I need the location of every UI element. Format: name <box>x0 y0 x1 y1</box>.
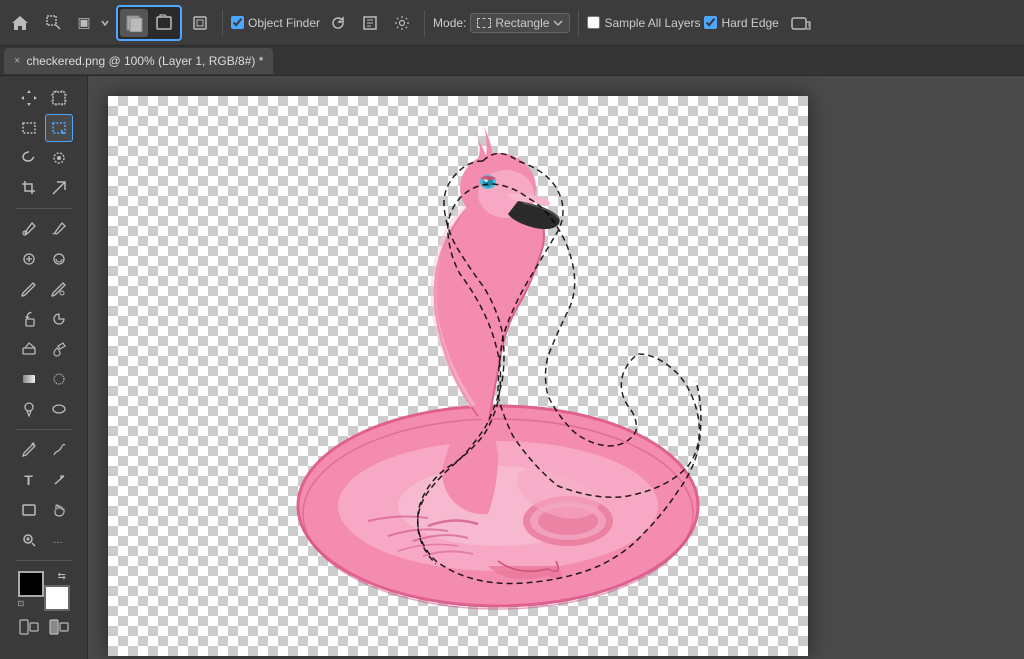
foreground-color-swatch[interactable] <box>18 571 44 597</box>
tab-close-button[interactable]: × <box>14 55 20 67</box>
transform-button[interactable]: ▣ <box>70 9 98 37</box>
mode-value: Rectangle <box>495 16 549 30</box>
quick-mask-mode-button[interactable] <box>46 617 72 637</box>
tab-title: checkered.png @ 100% (Layer 1, RGB/8#) * <box>26 54 263 68</box>
background-color-swatch[interactable] <box>44 585 70 611</box>
sample-all-layers-label[interactable]: Sample All Layers <box>604 16 700 30</box>
canvas-area[interactable] <box>88 76 1024 659</box>
spot-healing-tool[interactable] <box>15 245 43 273</box>
clone-tool-row <box>15 305 73 333</box>
frame-button[interactable] <box>186 9 214 37</box>
text-tool[interactable]: T <box>15 466 43 494</box>
canvas-size-button[interactable] <box>356 9 384 37</box>
tool-sep-1 <box>16 208 72 209</box>
mode-rect-icon <box>477 18 491 28</box>
top-toolbar: ▣ Object Finder <box>0 0 1024 46</box>
svg-text:+: + <box>52 232 56 237</box>
object-finder-group: Object Finder <box>231 16 320 30</box>
extra-tools-button[interactable]: … <box>45 526 73 554</box>
hard-edge-checkbox[interactable] <box>704 16 717 29</box>
share-button[interactable] <box>787 9 815 37</box>
home-button[interactable] <box>6 9 34 37</box>
quick-mask-buttons <box>16 617 72 637</box>
refresh-button[interactable] <box>324 9 352 37</box>
color-sampler-tool[interactable]: + <box>45 215 73 243</box>
crop-tool[interactable] <box>15 174 43 202</box>
document-tab[interactable]: × checkered.png @ 100% (Layer 1, RGB/8#)… <box>4 48 273 74</box>
text-tool-row: T <box>15 466 73 494</box>
move-tool-row <box>15 84 73 112</box>
open-document-button[interactable] <box>150 9 178 37</box>
zoom-tool-row: … <box>15 526 73 554</box>
settings-button[interactable] <box>388 9 416 37</box>
zoom-tool[interactable] <box>15 526 43 554</box>
select-move-button[interactable] <box>40 9 68 37</box>
sample-all-layers-checkbox[interactable] <box>587 16 600 29</box>
gradient-tool[interactable] <box>15 365 43 393</box>
clone-stamp-tool[interactable] <box>15 305 43 333</box>
rectangle-shape-tool[interactable] <box>15 496 43 524</box>
rect-marquee-tool[interactable] <box>15 114 43 142</box>
mode-chevron-icon <box>553 19 563 27</box>
dodge-tool-row <box>15 395 73 423</box>
tool-sep-3 <box>16 560 72 561</box>
separator-2 <box>424 10 425 36</box>
main-area: + <box>0 76 1024 659</box>
eyedropper-tool[interactable] <box>15 215 43 243</box>
patch-tool[interactable] <box>45 245 73 273</box>
pen-tool[interactable] <box>15 436 43 464</box>
left-toolbar: + <box>0 76 88 659</box>
dropdown-chevron-icon <box>100 18 110 28</box>
ellipse-tool[interactable] <box>45 395 73 423</box>
mode-dropdown[interactable]: Rectangle <box>470 13 570 33</box>
pen-tool-row <box>15 436 73 464</box>
mixer-brush-tool[interactable] <box>45 275 73 303</box>
mode-label: Mode: <box>433 16 466 30</box>
artboard-tool[interactable] <box>45 84 73 112</box>
marquee-tool-row <box>15 114 73 142</box>
object-finder-checkbox[interactable] <box>231 16 244 29</box>
object-finder-label[interactable]: Object Finder <box>248 16 320 30</box>
active-tool-group <box>116 5 182 41</box>
move-tools-group: ▣ <box>38 7 112 39</box>
blur-tool[interactable] <box>45 365 73 393</box>
color-swatches: ⇆ ⊡ <box>18 571 70 611</box>
reset-colors-button[interactable]: ⊡ <box>18 599 30 611</box>
hard-edge-label[interactable]: Hard Edge <box>721 16 778 30</box>
eyedropper-tool-row: + <box>15 215 73 243</box>
freeform-pen-tool[interactable] <box>45 436 73 464</box>
eraser-tool[interactable] <box>15 335 43 363</box>
eraser-tool-row <box>15 335 73 363</box>
quick-select-tool[interactable] <box>45 144 73 172</box>
new-document-button[interactable] <box>120 9 148 37</box>
brush-tool[interactable] <box>15 275 43 303</box>
swap-colors-button[interactable]: ⇆ <box>58 571 70 583</box>
brush-tool-row <box>15 275 73 303</box>
object-select-tool[interactable] <box>45 114 73 142</box>
sample-all-layers-group: Sample All Layers <box>587 16 700 30</box>
standard-mode-button[interactable] <box>16 617 42 637</box>
shape-tool-row <box>15 496 73 524</box>
canvas[interactable] <box>108 96 808 656</box>
healing-tool-row <box>15 245 73 273</box>
paint-bucket-tool[interactable] <box>45 335 73 363</box>
lasso-tool-row <box>15 144 73 172</box>
history-brush-tool[interactable] <box>45 305 73 333</box>
tool-sep-2 <box>16 429 72 430</box>
separator-3 <box>578 10 579 36</box>
gradient-tool-row <box>15 365 73 393</box>
slice-tool[interactable] <box>45 174 73 202</box>
tab-bar: × checkered.png @ 100% (Layer 1, RGB/8#)… <box>0 46 1024 76</box>
hard-edge-group: Hard Edge <box>704 16 778 30</box>
flamingo-image <box>188 106 748 636</box>
crop-tool-row <box>15 174 73 202</box>
lasso-tool[interactable] <box>15 144 43 172</box>
path-select-tool[interactable] <box>45 466 73 494</box>
hand-tool[interactable] <box>45 496 73 524</box>
dodge-tool[interactable] <box>15 395 43 423</box>
move-tool[interactable] <box>15 84 43 112</box>
separator-1 <box>222 10 223 36</box>
